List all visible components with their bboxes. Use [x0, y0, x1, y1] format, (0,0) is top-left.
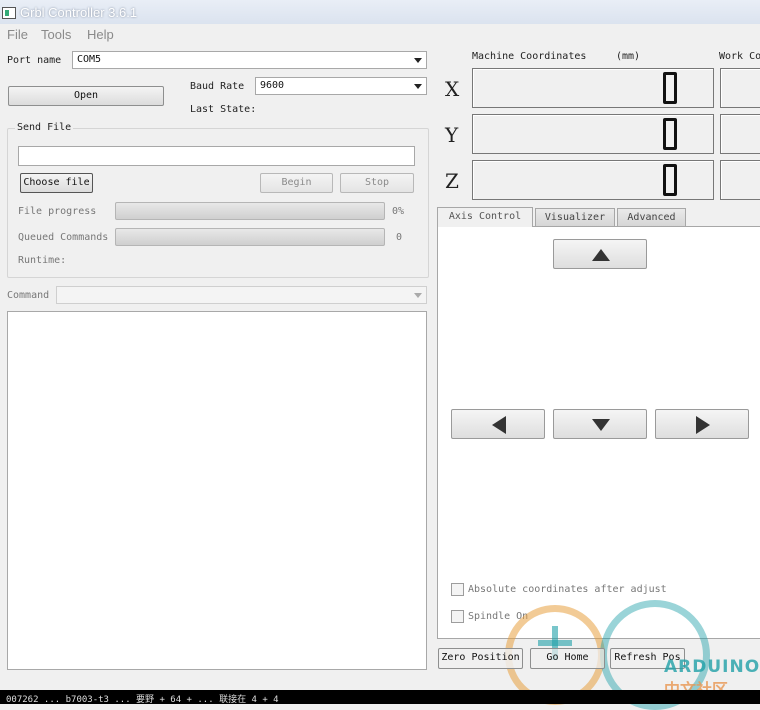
- arrow-left-icon: [492, 416, 506, 434]
- file-progress-bar: [115, 202, 385, 220]
- status-text: 007262 ... b7003-t3 ... 要野 + 64 + ... 联接…: [6, 695, 279, 705]
- chevron-down-icon: [414, 58, 422, 63]
- work-x-display: [720, 68, 760, 108]
- axis-y-label: Y: [445, 123, 459, 147]
- queued-commands-value: 0: [396, 232, 403, 243]
- begin-button[interactable]: Begin: [260, 173, 333, 193]
- machine-x-display: 0: [472, 68, 714, 108]
- absolute-coordinates-label: Absolute coordinates after adjust: [468, 584, 667, 595]
- tab-advanced[interactable]: Advanced: [617, 208, 686, 226]
- port-name-label: Port name: [7, 55, 62, 66]
- command-input[interactable]: [56, 286, 427, 304]
- chevron-down-icon: [414, 84, 422, 89]
- axis-z-label: Z: [445, 169, 459, 193]
- command-label: Command: [7, 290, 50, 301]
- watermark-brand: ARDUINO: [664, 657, 760, 677]
- arrow-up-icon: [592, 249, 610, 261]
- zero-position-button[interactable]: Zero Position: [438, 648, 523, 669]
- machine-y-digit: [663, 118, 677, 150]
- send-file-group-title: Send File: [15, 122, 74, 133]
- console-output[interactable]: [7, 311, 427, 670]
- queued-commands-label: Queued Commands: [18, 232, 109, 243]
- jog-left-button[interactable]: [451, 409, 545, 439]
- tab-visualizer[interactable]: Visualizer: [535, 208, 615, 226]
- machine-y-display: 0: [472, 114, 714, 154]
- open-button[interactable]: Open: [8, 86, 164, 106]
- file-progress-value: 0%: [392, 206, 405, 217]
- file-path-field[interactable]: [18, 146, 415, 166]
- go-home-button[interactable]: Go Home: [530, 648, 605, 669]
- tab-axis-control[interactable]: Axis Control: [437, 207, 533, 227]
- queued-commands-bar: [115, 228, 385, 246]
- machine-x-digit: [663, 72, 677, 104]
- unit-label: (mm): [616, 51, 641, 62]
- absolute-coordinates-checkbox[interactable]: [451, 583, 464, 596]
- baud-rate-label: Baud Rate: [190, 81, 245, 92]
- machine-z-digit: [663, 164, 677, 196]
- last-state-label: Last State:: [190, 104, 257, 115]
- baud-rate-value: 9600: [260, 80, 285, 91]
- status-bar: 007262 ... b7003-t3 ... 要野 + 64 + ... 联接…: [0, 690, 760, 705]
- window-title: Grbl Controller 3.6.1: [20, 5, 138, 20]
- runtime-label: Runtime:: [18, 255, 67, 266]
- stop-button[interactable]: Stop: [340, 173, 414, 193]
- menu-help[interactable]: Help: [87, 27, 114, 42]
- jog-right-button[interactable]: [655, 409, 749, 439]
- port-select[interactable]: COM5: [72, 51, 427, 69]
- choose-file-button[interactable]: Choose file: [20, 173, 93, 193]
- work-y-display: [720, 114, 760, 154]
- baud-rate-select[interactable]: 9600: [255, 77, 427, 95]
- port-select-value: COM5: [77, 54, 102, 65]
- app-icon: [2, 7, 16, 19]
- jog-down-button[interactable]: [553, 409, 647, 439]
- axis-x-label: X: [445, 77, 460, 101]
- arrow-down-icon: [592, 419, 610, 431]
- menu-bar: File Tools Help: [0, 24, 760, 46]
- menu-file[interactable]: File: [7, 27, 28, 42]
- file-progress-label: File progress: [18, 206, 97, 217]
- machine-z-display: 0: [472, 160, 714, 200]
- menu-tools[interactable]: Tools: [41, 27, 71, 42]
- machine-coordinates-label: Machine Coordinates: [472, 51, 587, 62]
- title-bar: Grbl Controller 3.6.1: [0, 0, 760, 25]
- jog-up-button[interactable]: [553, 239, 647, 269]
- chevron-down-icon: [414, 293, 422, 298]
- work-coordinates-label: Work Co: [719, 51, 760, 62]
- work-z-display: [720, 160, 760, 200]
- arrow-right-icon: [696, 416, 710, 434]
- spindle-on-checkbox[interactable]: [451, 610, 464, 623]
